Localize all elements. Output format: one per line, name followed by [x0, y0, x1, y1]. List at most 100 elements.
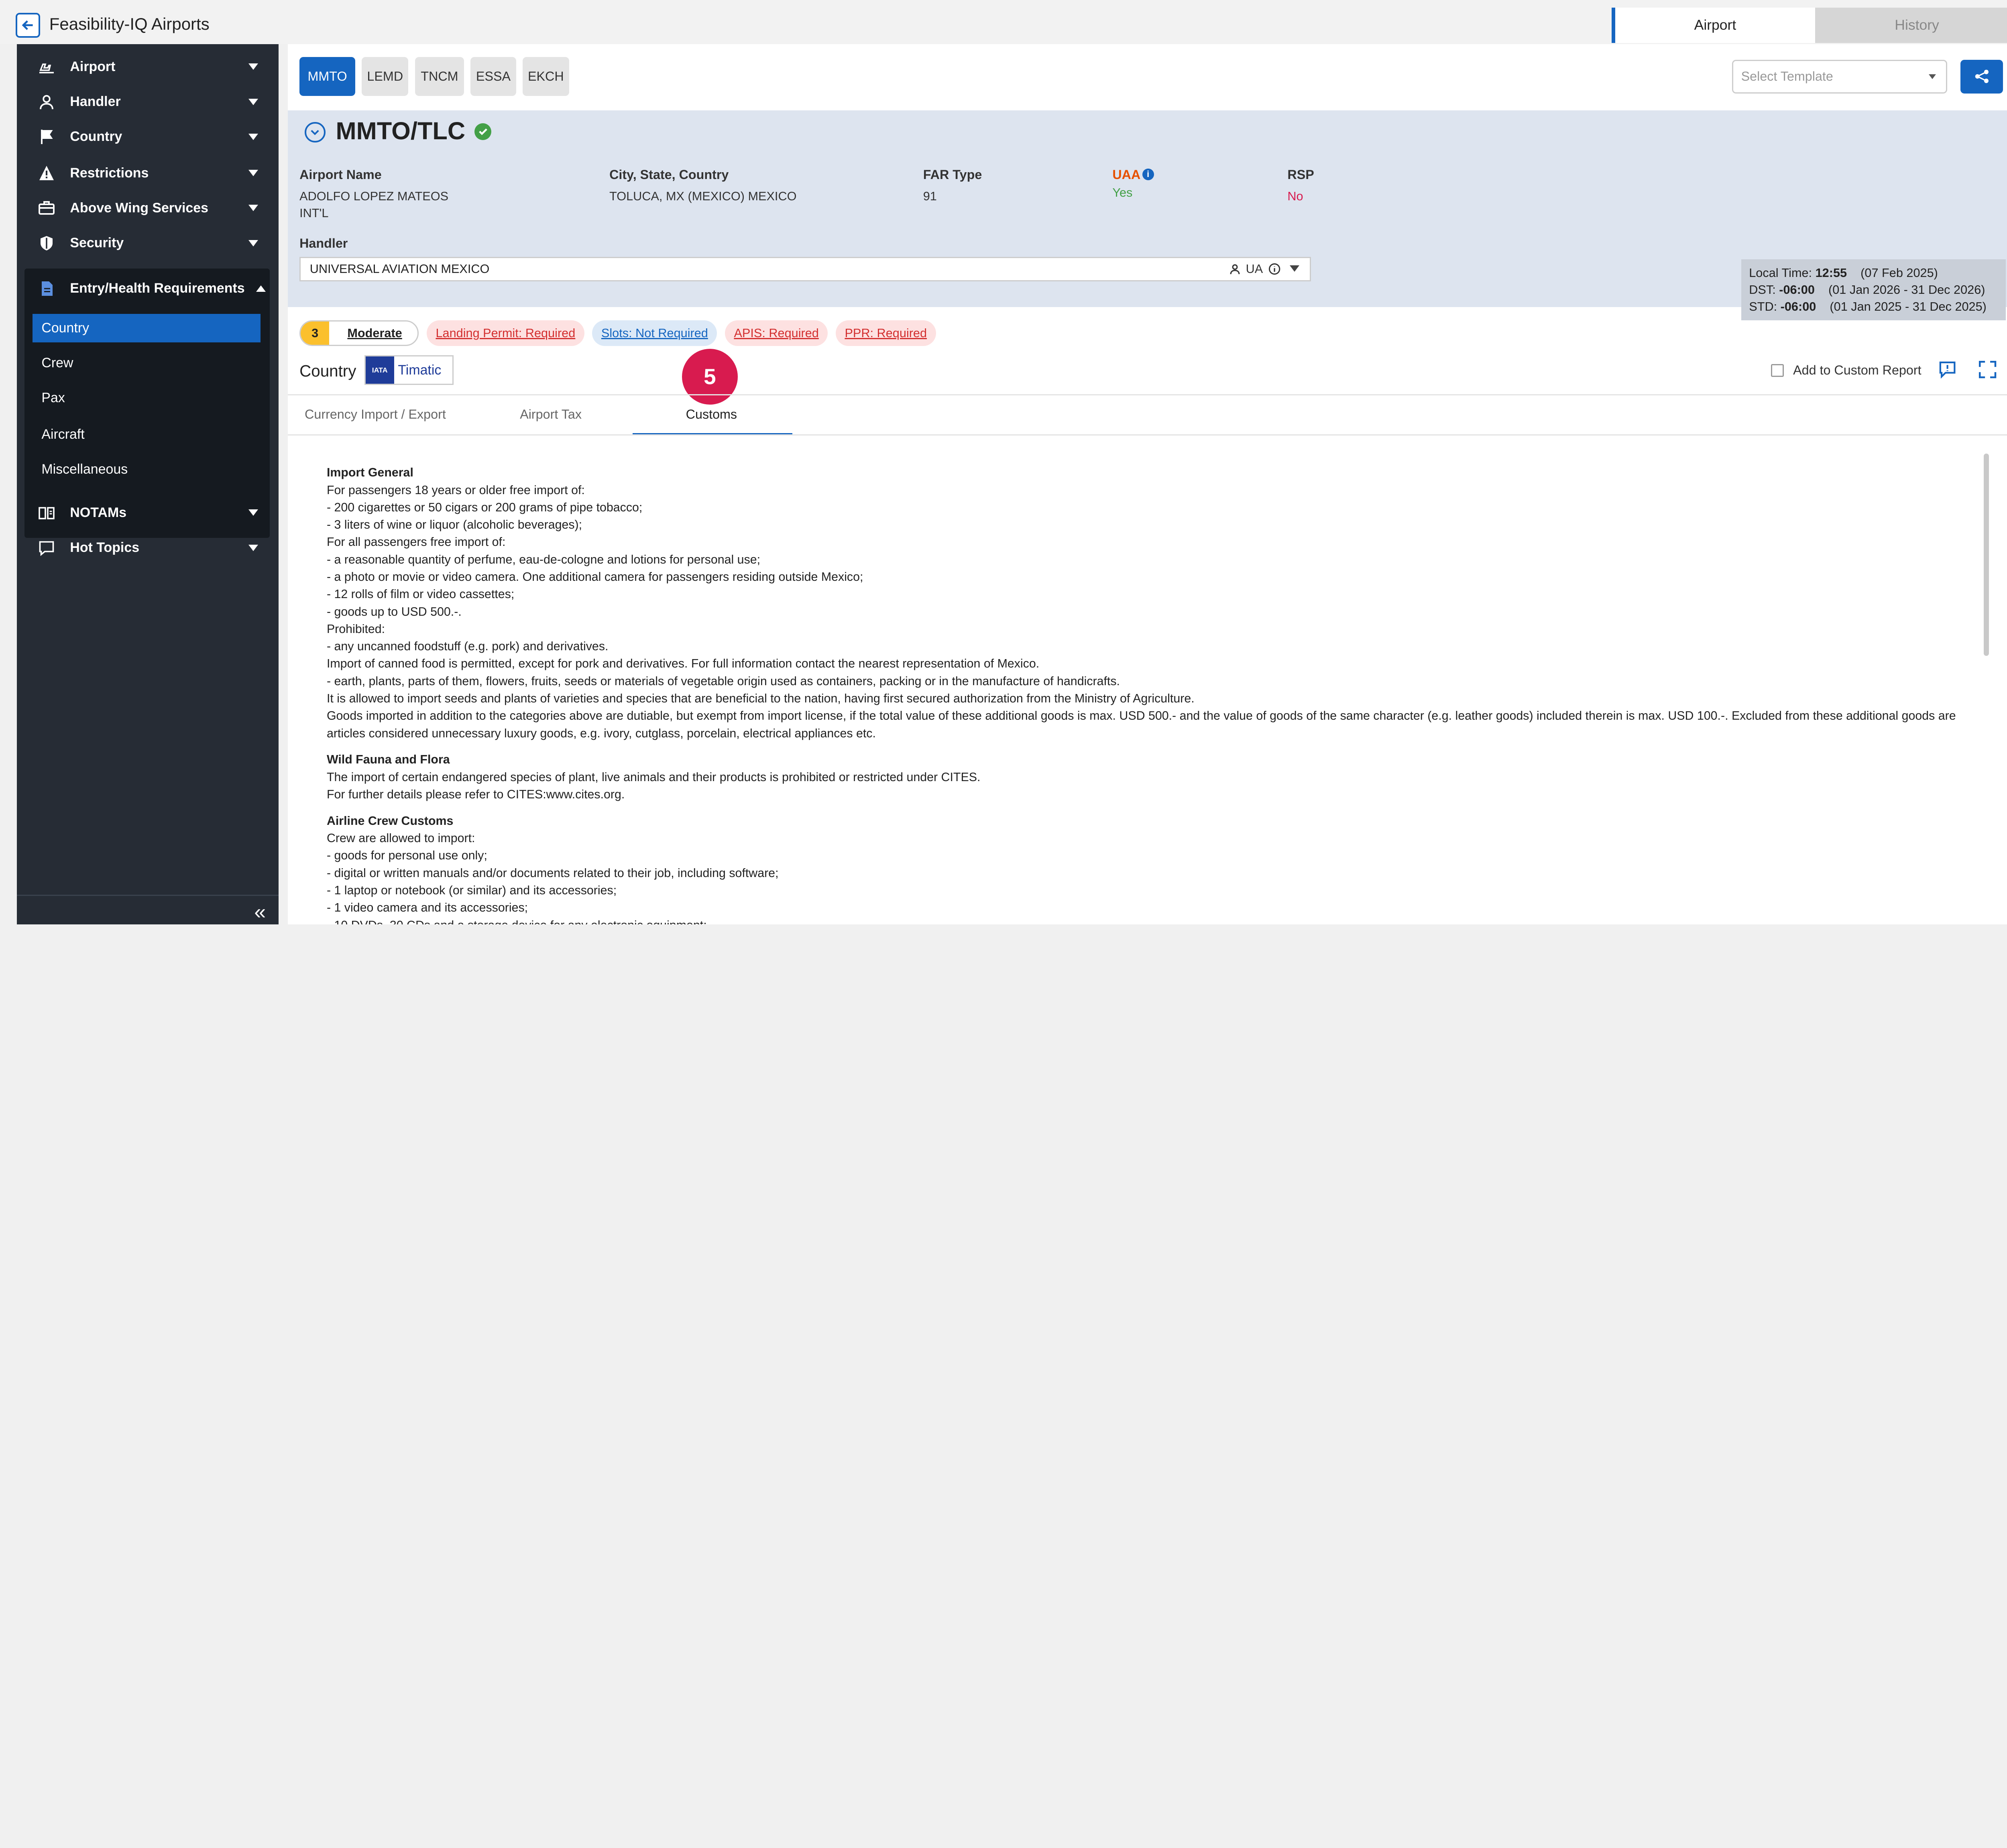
top-bar: Feasibility-IQ Airports Airport History	[0, 0, 2007, 44]
collapse-toggle[interactable]	[305, 122, 326, 143]
dst-value: -06:00	[1779, 282, 1815, 297]
sidebar-item-airport[interactable]: Airport	[17, 49, 279, 84]
custom-report-checkbox[interactable]	[1771, 364, 1784, 377]
sidebar-item-label: Airport	[70, 59, 116, 74]
collapse-sidebar-icon[interactable]: «	[254, 900, 266, 924]
sidebar-item-country[interactable]: Country	[17, 119, 279, 154]
text-line: - goods up to USD 500.-.	[326, 605, 462, 619]
sidebar-subitem-miscellaneous[interactable]: Miscellaneous	[33, 455, 261, 484]
sidebar-item-security[interactable]: Security	[17, 226, 279, 261]
airport-tab-tncm[interactable]: TNCM	[415, 57, 464, 96]
tab-history[interactable]: History	[1815, 8, 2007, 43]
sidebar-subitem-country[interactable]: Country	[32, 313, 261, 342]
airport-name-value: ADOLFO LOPEZ MATEOS	[299, 189, 449, 204]
import-general-body: For passengers 18 years or older free im…	[327, 482, 1986, 742]
sidebar-item-above-wing-services[interactable]: Above Wing Services	[17, 191, 279, 226]
text-line: Prohibited:	[326, 622, 385, 636]
chevron-down-icon	[248, 509, 258, 516]
back-button[interactable]	[15, 13, 41, 38]
chevron-down-icon	[248, 63, 258, 70]
arrow-left-icon	[22, 20, 33, 31]
iata-logo: IATA	[365, 356, 394, 384]
shield-icon	[38, 234, 56, 252]
local-time-date: (07 Feb 2025)	[1860, 265, 1938, 280]
custom-report-toggle[interactable]: Add to Custom Report	[1771, 363, 1922, 378]
main-panel: MMTO LEMD TNCM ESSA EKCH Select Template…	[288, 44, 2007, 924]
text-line: Goods imported in addition to the catego…	[326, 709, 1956, 740]
tab-airport-tax[interactable]: Airport Tax	[520, 407, 582, 422]
sidebar-subitem-pax[interactable]: Pax	[33, 384, 261, 412]
warning-icon	[38, 164, 56, 182]
chevron-down-icon	[248, 170, 258, 177]
airport-icon	[38, 58, 56, 76]
airport-name-value-2: INT'L	[299, 206, 329, 220]
sidebar-item-restrictions[interactable]: Restrictions	[17, 156, 279, 191]
handler-label: Handler	[299, 236, 348, 250]
airport-tab-lemd[interactable]: LEMD	[362, 57, 409, 96]
text-line: The import of certain endangered species…	[326, 770, 981, 784]
slots-badge[interactable]: Slots: Not Required	[592, 320, 717, 346]
apis-badge[interactable]: APIS: Required	[725, 320, 828, 346]
text-line: - 200 cigarettes or 50 cigars or 200 gra…	[326, 501, 643, 514]
tab-customs[interactable]: Customs	[686, 407, 737, 422]
sidebar-item-label: Above Wing Services	[70, 200, 208, 216]
risk-number: 3	[301, 321, 330, 345]
uaa-label: UAA	[1112, 167, 1141, 182]
chat-icon	[38, 539, 56, 557]
local-time-label: Local Time:	[1749, 265, 1812, 280]
text-line: - 1 laptop or notebook (or similar) and …	[326, 884, 617, 898]
handler-value: UNIVERSAL AVIATION MEXICO	[309, 262, 490, 276]
landing-permit-badge[interactable]: Landing Permit: Required	[426, 320, 584, 346]
sidebar-item-label: Hot Topics	[70, 540, 140, 556]
airport-tab-essa[interactable]: ESSA	[470, 57, 516, 96]
text-line: Crew are allowed to import:	[326, 832, 475, 845]
tab-currency-import-export[interactable]: Currency Import / Export	[305, 407, 446, 422]
airport-tab-ekch[interactable]: EKCH	[522, 57, 569, 96]
chevron-down-icon	[248, 544, 258, 551]
template-select[interactable]: Select Template	[1732, 59, 1948, 94]
sidebar-item-entry-health[interactable]: Entry/Health Requirements	[17, 271, 279, 306]
text-line: - goods for personal use only;	[326, 849, 487, 863]
feedback-icon[interactable]	[1937, 359, 1958, 380]
text-line: - a reasonable quantity of perfume, eau-…	[326, 553, 761, 566]
sidebar-item-hot-topics[interactable]: Hot Topics	[17, 530, 279, 565]
sidebar-subitem-crew[interactable]: Crew	[33, 349, 261, 377]
section-heading: Wild Fauna and Flora	[326, 753, 450, 767]
risk-badge[interactable]: 3 Moderate	[299, 320, 419, 346]
tab-airport[interactable]: Airport	[1611, 8, 1815, 43]
wild-fauna-section: Wild Fauna and Flora The import of certa…	[327, 751, 1986, 803]
crew-customs-section: Airline Crew Customs Crew are allowed to…	[327, 812, 1986, 924]
sidebar-item-notams[interactable]: NOTAMs	[17, 495, 279, 530]
section-title: Country	[299, 362, 356, 381]
dst-label: DST:	[1749, 282, 1776, 297]
custom-report-label: Add to Custom Report	[1793, 363, 1922, 378]
time-info-box: Local Time: 12:55 (07 Feb 2025) DST: -06…	[1741, 259, 2006, 320]
crew-customs-body: Crew are allowed to import: - goods for p…	[327, 830, 1986, 924]
divider	[288, 434, 2007, 436]
sidebar-item-label: Restrictions	[70, 165, 149, 181]
airport-code: MMTO/TLC	[336, 117, 466, 145]
airport-tab-mmto[interactable]: MMTO	[299, 57, 355, 96]
content-scrollbar[interactable]	[1983, 454, 1989, 656]
sidebar-item-label: Handler	[70, 94, 121, 110]
sidebar-item-label: NOTAMs	[70, 505, 127, 520]
sidebar-subitem-aircraft[interactable]: Aircraft	[33, 420, 261, 449]
divider	[288, 394, 2007, 396]
fullscreen-icon[interactable]	[1977, 359, 1998, 380]
handler-select[interactable]: UNIVERSAL AVIATION MEXICO UA	[299, 256, 1311, 281]
step-marker: 5	[682, 348, 738, 405]
ppr-badge[interactable]: PPR: Required	[835, 320, 936, 346]
uaa-value: Yes	[1112, 185, 1133, 199]
info-icon[interactable]: i	[1142, 168, 1154, 180]
risk-label: Moderate	[347, 326, 402, 340]
section-heading: Import General	[326, 466, 413, 480]
sidebar-item-label: Entry/Health Requirements	[70, 281, 245, 296]
share-button[interactable]	[1960, 59, 2003, 94]
chevron-down-icon	[248, 133, 258, 140]
customs-content: Import General For passengers 18 years o…	[327, 464, 1986, 924]
info-outline-icon	[1269, 263, 1280, 275]
far-type-value: 91	[923, 189, 937, 204]
chevron-down-icon	[248, 98, 258, 105]
sidebar-item-handler[interactable]: Handler	[17, 84, 279, 119]
section-heading: Airline Crew Customs	[326, 814, 454, 828]
